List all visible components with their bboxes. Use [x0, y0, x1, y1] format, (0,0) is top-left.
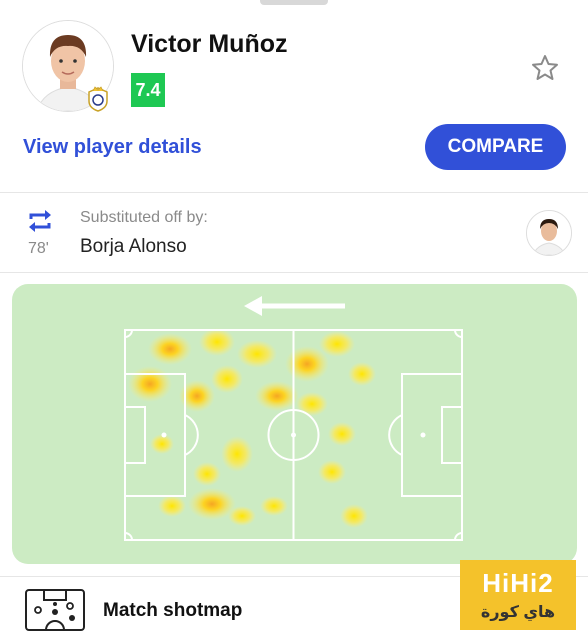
rating-badge: 7.4: [131, 73, 165, 107]
compare-button[interactable]: COMPARE: [425, 124, 566, 170]
star-icon[interactable]: [530, 53, 560, 83]
arrow-left-icon: [244, 296, 345, 316]
heatmap-blobs: [128, 328, 376, 528]
shotmap-icon: [24, 588, 86, 632]
divider: [0, 272, 588, 273]
view-player-details-link[interactable]: View player details: [23, 136, 202, 159]
sheet-grabber[interactable]: [260, 0, 328, 5]
substitute-player-name[interactable]: Borja Alonso: [80, 236, 187, 258]
substitution-caption: Substituted off by:: [80, 209, 208, 226]
heatmap-pitch: [124, 296, 463, 541]
player-name: Victor Muñoz: [131, 30, 288, 58]
substitute-avatar[interactable]: [526, 210, 572, 256]
club-crest-icon: [86, 86, 110, 112]
watermark-subtitle: هاي كورة: [480, 604, 556, 621]
heatmap-card[interactable]: [12, 284, 577, 564]
watermark-logo: HiHi2 هاي كورة: [460, 560, 576, 630]
divider: [0, 192, 588, 193]
substitution-icon: [26, 207, 54, 235]
substitution-minute: 78': [28, 240, 49, 257]
watermark-title: HiHi2: [482, 568, 554, 598]
match-shotmap-label[interactable]: Match shotmap: [103, 600, 242, 622]
